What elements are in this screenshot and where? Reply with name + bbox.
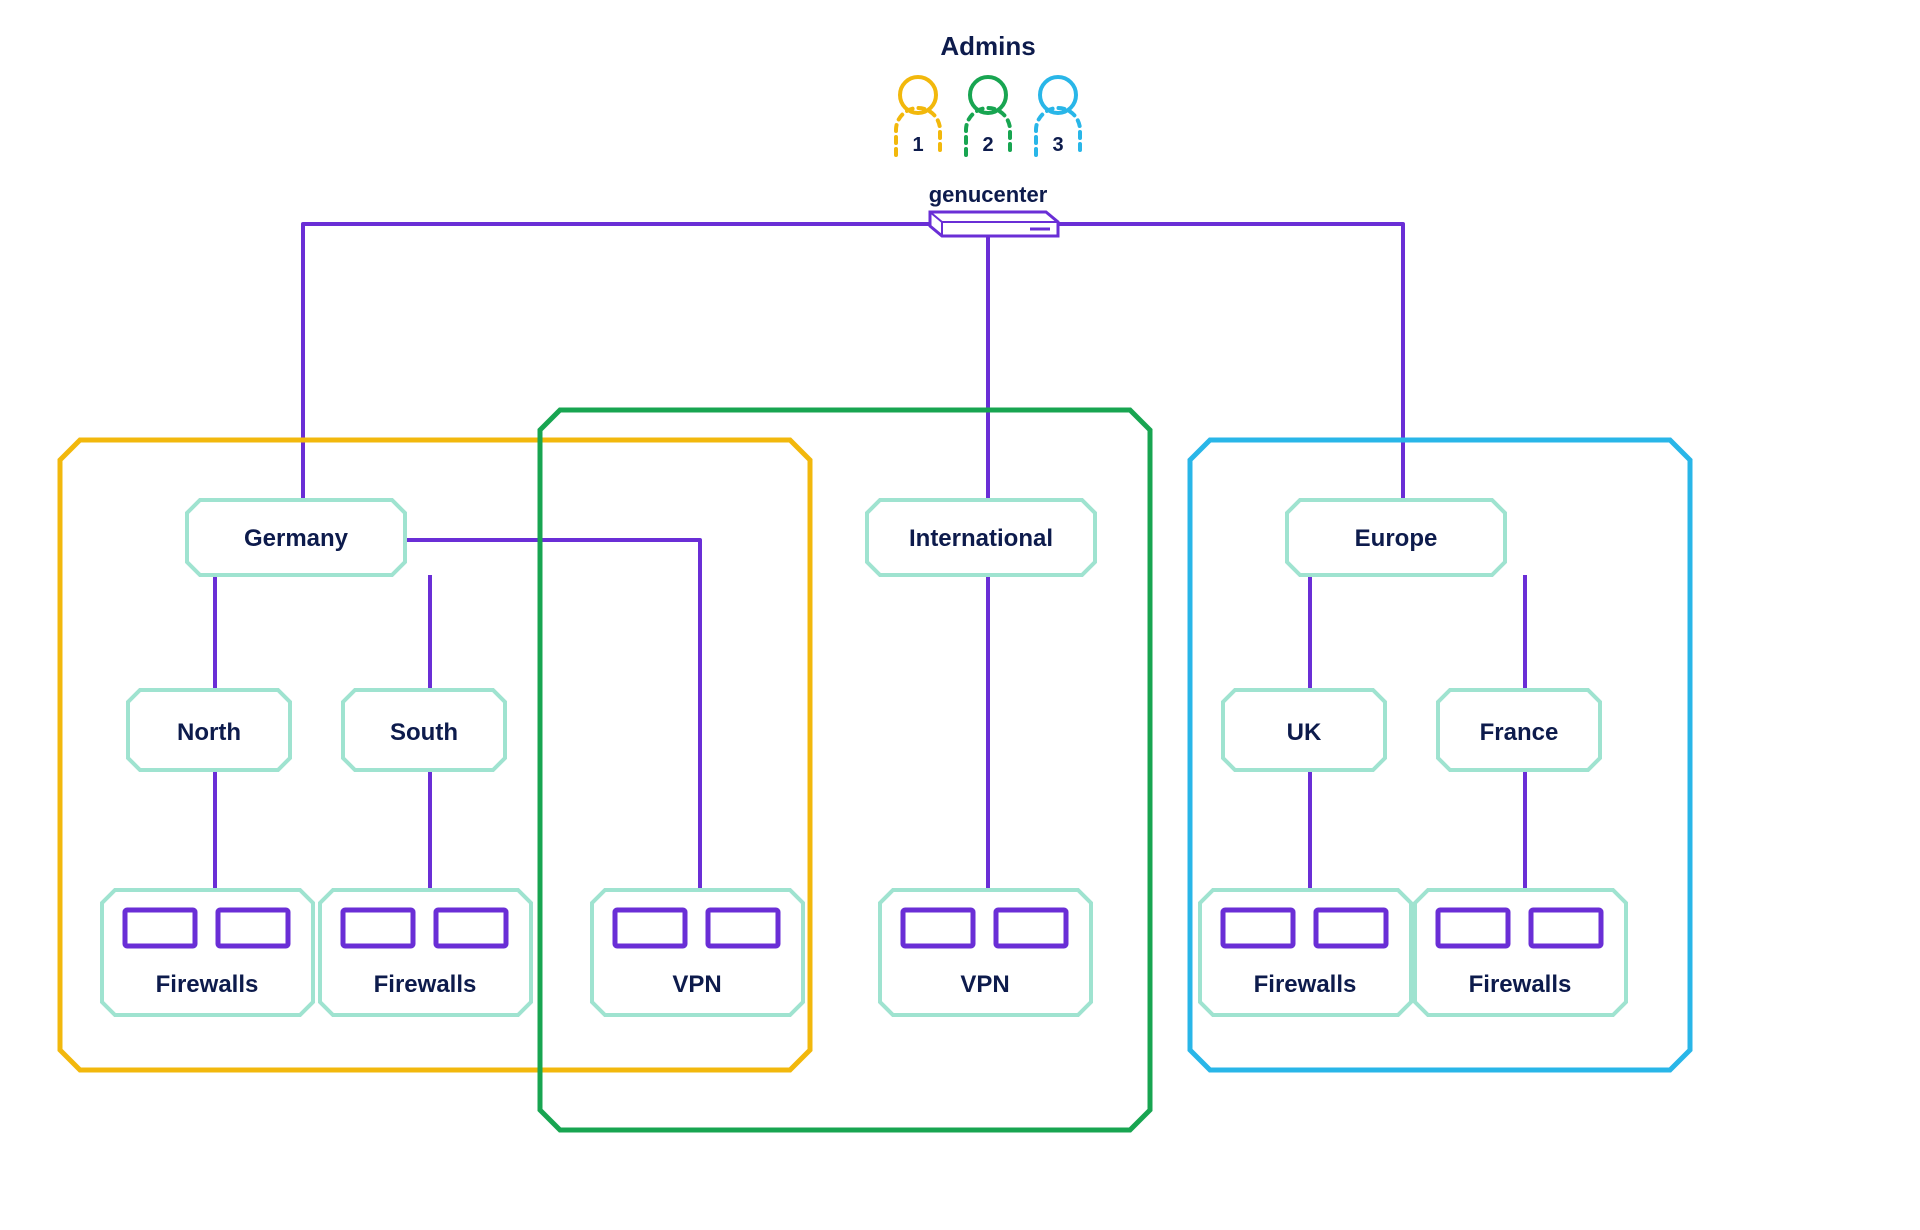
label-france: France: [1480, 719, 1559, 746]
label-vpn-1: VPN: [672, 971, 721, 998]
label-international: International: [909, 525, 1053, 552]
svg-text:3: 3: [1052, 134, 1063, 156]
svg-text:1: 1: [912, 134, 923, 156]
label-europe: Europe: [1355, 525, 1438, 552]
label-uk: UK: [1287, 719, 1322, 746]
genucenter-label: genucenter: [929, 182, 1048, 207]
admin-icon-2: 2: [966, 77, 1010, 156]
server-icon: [930, 212, 1058, 236]
label-firewalls-uk: Firewalls: [1254, 971, 1357, 998]
svg-text:2: 2: [982, 134, 993, 156]
label-south: South: [390, 719, 458, 746]
label-firewalls-south: Firewalls: [374, 971, 477, 998]
label-firewalls-north: Firewalls: [156, 971, 259, 998]
label-north: North: [177, 719, 241, 746]
label-firewalls-france: Firewalls: [1469, 971, 1572, 998]
admins-title: Admins: [940, 31, 1035, 61]
genucenter-device: genucenter: [929, 182, 1058, 236]
admin-icon-1: 1: [896, 77, 940, 156]
admin-icon-3: 3: [1036, 77, 1080, 156]
admins-group: Admins 1 2 3: [896, 31, 1080, 156]
label-vpn-2: VPN: [960, 971, 1009, 998]
network-diagram: Admins 1 2 3 genucenter: [0, 0, 1920, 1230]
label-germany: Germany: [244, 525, 349, 552]
